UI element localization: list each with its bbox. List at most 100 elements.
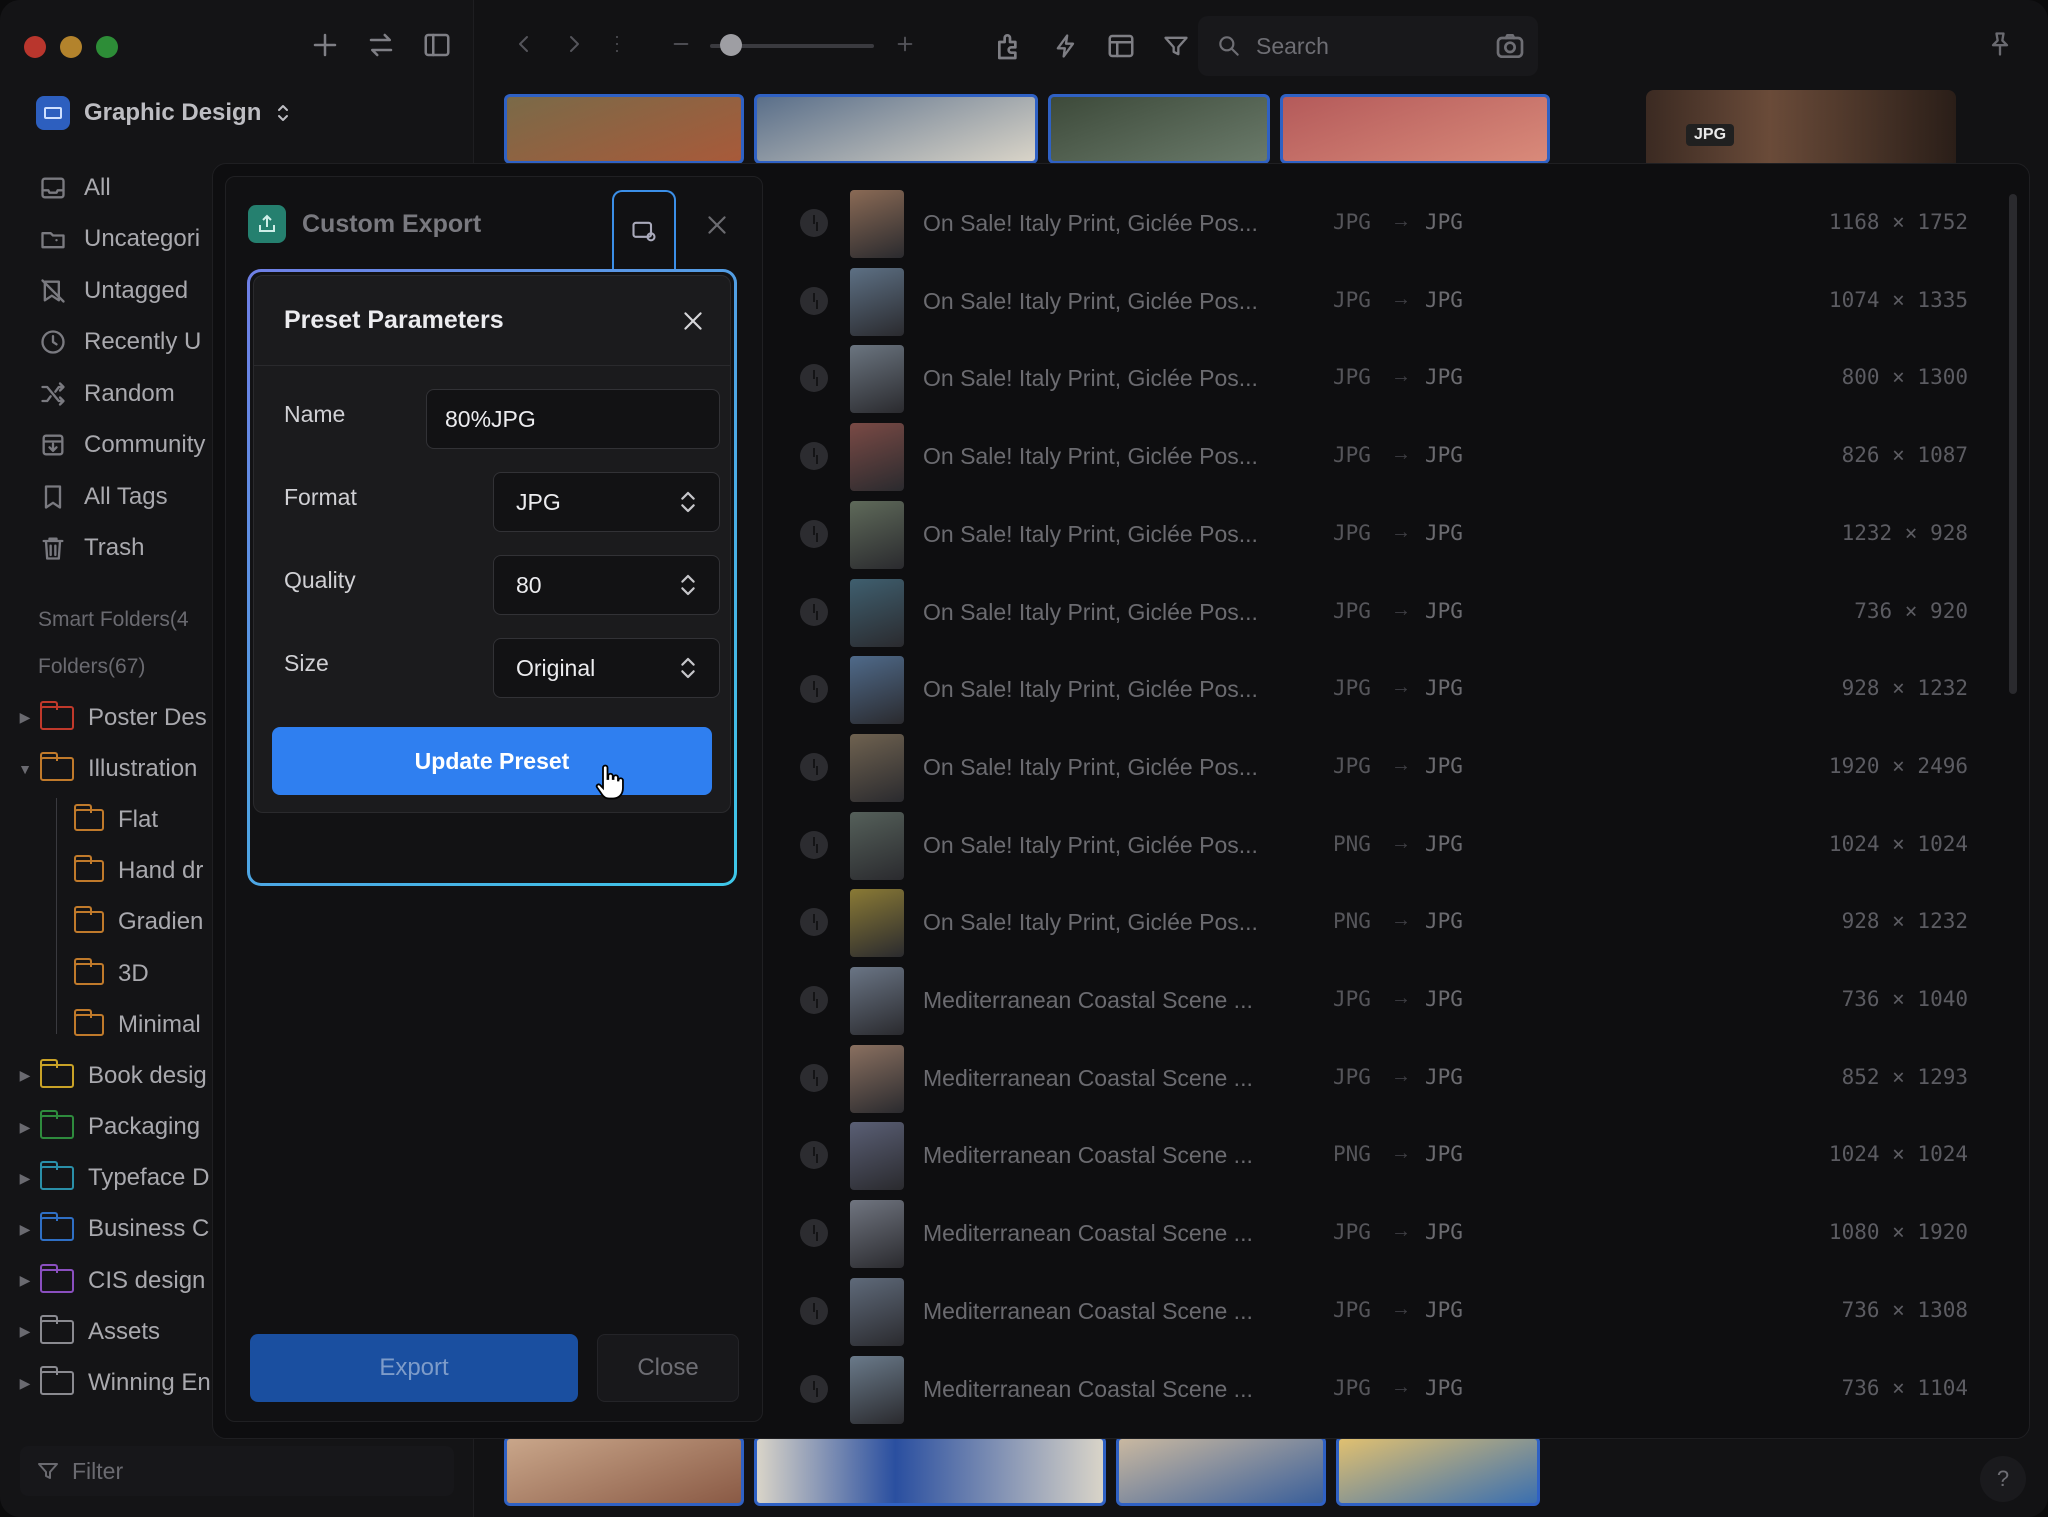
file-row[interactable]: On Sale! Italy Print, Giclée Pos... JPG → J…: [782, 339, 2002, 417]
library-icon: [36, 96, 70, 130]
minimize-window-button[interactable]: [60, 36, 82, 58]
file-row[interactable]: On Sale! Italy Print, Giclée Pos... PNG → J…: [782, 883, 2002, 961]
chevron-right-icon[interactable]: ▶: [12, 1323, 38, 1340]
zoom-window-button[interactable]: [96, 36, 118, 58]
folder-label: Poster Des: [88, 703, 207, 731]
forward-icon[interactable]: [562, 30, 586, 58]
filter-icon[interactable]: [1162, 31, 1190, 61]
add-icon[interactable]: [310, 30, 340, 60]
pending-clock-icon: [800, 442, 828, 471]
file-thumbnail: [850, 267, 904, 336]
thumbnail[interactable]: [1280, 94, 1550, 164]
chevron-right-icon[interactable]: ▶: [12, 1119, 38, 1136]
zoom-out-button[interactable]: [670, 30, 692, 58]
close-window-button[interactable]: [24, 36, 46, 58]
folder-label: 3D: [118, 959, 149, 987]
file-row[interactable]: On Sale! Italy Print, Giclée Pos... JPG → J…: [782, 728, 2002, 806]
source-format: JPG: [1333, 676, 1371, 701]
file-row[interactable]: On Sale! Italy Print, Giclée Pos... JPG → J…: [782, 573, 2002, 651]
chevron-right-icon[interactable]: ▶: [12, 1170, 38, 1187]
file-thumbnail: [850, 423, 904, 492]
file-row[interactable]: On Sale! Italy Print, Giclée Pos... JPG → J…: [782, 495, 2002, 573]
export-button[interactable]: Export: [250, 1334, 578, 1402]
file-row[interactable]: Mediterranean Coastal Scene ... JPG → JPG 73…: [782, 1350, 2002, 1428]
thumbnail[interactable]: [1048, 94, 1270, 164]
export-title: Custom Export: [302, 209, 482, 238]
file-row[interactable]: Mediterranean Coastal Scene ... JPG → JPG 85…: [782, 1039, 2002, 1117]
close-export-button[interactable]: [704, 212, 730, 243]
file-row[interactable]: On Sale! Italy Print, Giclée Pos... JPG → J…: [782, 417, 2002, 495]
pending-clock-icon: [800, 986, 828, 1014]
pin-button[interactable]: [1986, 30, 2014, 58]
screenshot-icon[interactable]: [1494, 30, 1526, 62]
file-row[interactable]: On Sale! Italy Print, Giclée Pos... JPG → J…: [782, 184, 2002, 262]
file-row[interactable]: On Sale! Italy Print, Giclée Pos... JPG → J…: [782, 262, 2002, 340]
file-dimensions: 826 × 1087: [1841, 443, 1968, 468]
preset-name-field[interactable]: 80%JPG: [426, 389, 720, 449]
folder-filter-input[interactable]: Filter: [20, 1446, 454, 1496]
smart-folders-header[interactable]: Smart Folders(4: [38, 608, 189, 632]
quality-stepper[interactable]: 80: [493, 555, 720, 615]
format-select[interactable]: JPG: [493, 472, 720, 532]
inspector-preview[interactable]: JPG: [1646, 90, 1956, 170]
file-row[interactable]: Mediterranean Coastal Scene ... JPG → JPG 73…: [782, 961, 2002, 1039]
library-switcher[interactable]: Graphic Design: [36, 96, 291, 130]
chevron-right-icon[interactable]: ▶: [12, 1375, 38, 1392]
layout-icon[interactable]: [1106, 31, 1136, 61]
arrow-right-icon: →: [1391, 365, 1411, 388]
thumbnail[interactable]: [1336, 1436, 1540, 1506]
swap-icon[interactable]: [366, 30, 396, 60]
file-row[interactable]: On Sale! Italy Print, Giclée Pos... PNG → J…: [782, 806, 2002, 884]
help-button[interactable]: ?: [1980, 1456, 2026, 1502]
target-format: JPG: [1425, 1375, 1463, 1400]
file-dimensions: 1024 × 1024: [1828, 1142, 1968, 1167]
file-thumbnail: [850, 967, 904, 1035]
pending-clock-icon: [800, 286, 828, 315]
bookmark-icon: [38, 483, 68, 511]
size-select[interactable]: Original: [493, 638, 720, 698]
file-row[interactable]: Mediterranean Coastal Scene ... JPG → JPG 10…: [782, 1194, 2002, 1272]
filter-placeholder: Filter: [72, 1457, 124, 1484]
update-preset-button[interactable]: Update Preset: [272, 727, 712, 795]
preset-settings-button[interactable]: [612, 190, 676, 270]
sidebar-toggle-icon[interactable]: [422, 30, 452, 60]
thumbnail[interactable]: [1116, 1436, 1326, 1506]
file-dimensions: 1168 × 1752: [1828, 210, 1968, 234]
chevron-right-icon[interactable]: ▶: [12, 1272, 38, 1289]
thumbnail[interactable]: [754, 94, 1038, 164]
zoom-in-button[interactable]: [894, 30, 916, 58]
file-thumbnail: [850, 889, 904, 958]
folder-icon: [40, 1366, 74, 1396]
thumbnail[interactable]: [754, 1436, 1106, 1506]
chevron-down-icon[interactable]: ▼: [12, 761, 38, 777]
main-toolbar: Search: [474, 0, 2048, 92]
folder-label: Book desig: [88, 1061, 207, 1089]
thumbnail[interactable]: [504, 94, 744, 164]
file-row[interactable]: Mediterranean Coastal Scene ... JPG → JPG 73…: [782, 1272, 2002, 1350]
file-row[interactable]: Mediterranean Coastal Scene ... PNG → JPG 10…: [782, 1116, 2002, 1194]
thumbnail[interactable]: [504, 1436, 744, 1506]
slider-knob[interactable]: [720, 34, 742, 56]
file-row[interactable]: On Sale! Italy Print, Giclée Pos... JPG → J…: [782, 650, 2002, 728]
file-dimensions: 1074 × 1335: [1828, 287, 1968, 312]
more-vertical-icon[interactable]: [612, 30, 622, 58]
target-format: JPG: [1425, 753, 1463, 778]
close-button[interactable]: Close: [597, 1334, 739, 1402]
pending-clock-icon: [800, 1219, 828, 1248]
file-dimensions: 736 × 1040: [1841, 987, 1968, 1011]
close-icon[interactable]: [680, 308, 706, 334]
search-input[interactable]: Search: [1198, 16, 1538, 76]
target-format: JPG: [1425, 520, 1463, 545]
chevron-right-icon[interactable]: ▶: [12, 1221, 38, 1238]
lightning-icon[interactable]: [1052, 30, 1080, 62]
folders-header[interactable]: Folders(67): [38, 655, 145, 679]
target-format: JPG: [1425, 831, 1463, 856]
chevron-right-icon[interactable]: ▶: [12, 1067, 38, 1084]
back-icon[interactable]: [512, 30, 536, 58]
minus-icon: [670, 30, 692, 58]
pending-clock-icon: [800, 597, 828, 626]
search-placeholder: Search: [1256, 32, 1329, 59]
chevron-right-icon[interactable]: ▶: [12, 709, 38, 726]
target-format: JPG: [1425, 598, 1463, 623]
plugin-icon[interactable]: [994, 30, 1026, 62]
